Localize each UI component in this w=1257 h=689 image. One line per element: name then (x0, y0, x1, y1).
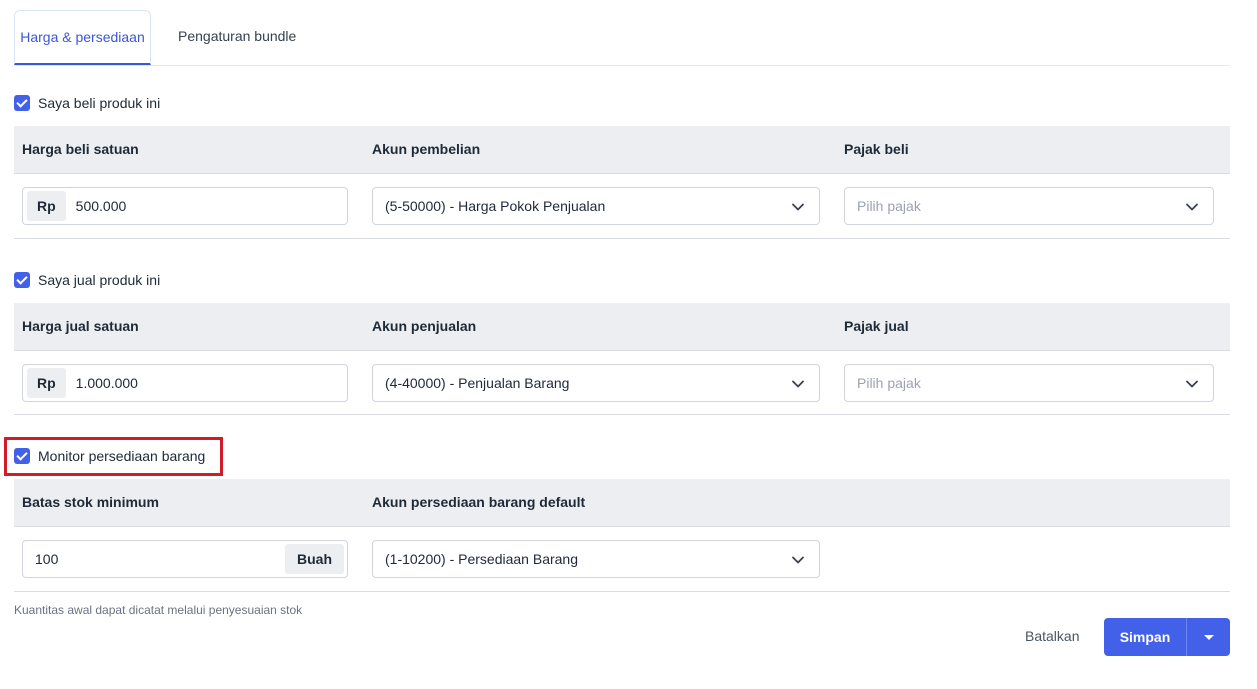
min-stock-input[interactable]: 100 Buah (22, 540, 348, 578)
chevron-down-icon (1186, 203, 1198, 211)
tab-harga-persediaan[interactable]: Harga & persediaan (14, 10, 151, 65)
cancel-button[interactable]: Batalkan (1025, 628, 1079, 644)
purchase-price-input[interactable]: Rp 500.000 (22, 187, 348, 225)
tab-bar: Harga & persediaan Pengaturan bundle (14, 10, 1230, 66)
chevron-down-icon (1186, 380, 1198, 388)
sales-account-select[interactable]: (4-40000) - Penjualan Barang (372, 364, 820, 402)
purchase-price-value: 500.000 (75, 198, 127, 214)
header-akun-pembelian: Akun pembelian (372, 141, 481, 157)
min-stock-value: 100 (35, 551, 59, 567)
sales-table-header: Harga jual satuan Akun penjualan Pajak j… (14, 303, 1230, 351)
inventory-checkbox-label: Monitor persediaan barang (38, 448, 206, 464)
purchase-tax-select[interactable]: Pilih pajak (844, 187, 1214, 225)
currency-prefix: Rp (27, 191, 66, 221)
sales-checkbox[interactable] (14, 272, 30, 288)
save-button[interactable]: Simpan (1104, 618, 1187, 656)
header-pajak-jual: Pajak jual (844, 318, 909, 334)
chevron-down-icon (792, 556, 804, 564)
inventory-table-row: 100 Buah (1-10200) - Persediaan Barang (14, 527, 1230, 592)
sales-price-value: 1.000.000 (75, 375, 138, 391)
sales-table-row: Rp 1.000.000 (4-40000) - Penjualan Baran… (14, 351, 1230, 415)
purchase-table-row: Rp 500.000 (5-50000) - Harga Pokok Penju… (14, 174, 1230, 239)
chevron-down-icon (792, 380, 804, 388)
caret-down-icon (1203, 634, 1214, 640)
purchase-tax-placeholder: Pilih pajak (857, 198, 921, 214)
sales-tax-select[interactable]: Pilih pajak (844, 364, 1214, 402)
inventory-checkbox-row[interactable]: Monitor persediaan barang (14, 446, 205, 466)
purchase-table-header: Harga beli satuan Akun pembelian Pajak b… (14, 126, 1230, 174)
tab-pengaturan-bundle[interactable]: Pengaturan bundle (178, 10, 296, 65)
sales-account-value: (4-40000) - Penjualan Barang (385, 375, 570, 391)
header-akun-persediaan: Akun persediaan barang default (372, 494, 586, 510)
header-pajak-beli: Pajak beli (844, 141, 909, 157)
sales-checkbox-label: Saya jual produk ini (38, 272, 161, 288)
header-harga-jual: Harga jual satuan (22, 318, 139, 334)
currency-prefix: Rp (27, 368, 66, 398)
inventory-table-header: Batas stok minimum Akun persediaan baran… (14, 479, 1230, 527)
purchase-account-value: (5-50000) - Harga Pokok Penjualan (385, 198, 606, 214)
inventory-hint: Kuantitas awal dapat dicatat melalui pen… (14, 603, 303, 617)
sales-checkbox-row[interactable]: Saya jual produk ini (14, 270, 160, 290)
purchase-account-select[interactable]: (5-50000) - Harga Pokok Penjualan (372, 187, 820, 225)
save-button-group: Simpan (1104, 618, 1230, 656)
purchase-checkbox-row[interactable]: Saya beli produk ini (14, 93, 160, 113)
sales-price-input[interactable]: Rp 1.000.000 (22, 364, 348, 402)
sales-tax-placeholder: Pilih pajak (857, 375, 921, 391)
inventory-account-value: (1-10200) - Persediaan Barang (385, 551, 579, 567)
header-harga-beli: Harga beli satuan (22, 141, 139, 157)
purchase-checkbox-label: Saya beli produk ini (38, 95, 161, 111)
save-menu-button[interactable] (1187, 618, 1230, 656)
unit-suffix[interactable]: Buah (285, 544, 344, 574)
header-akun-penjualan: Akun penjualan (372, 318, 477, 334)
inventory-checkbox[interactable] (14, 448, 30, 464)
header-batas-stok: Batas stok minimum (22, 494, 159, 510)
purchase-checkbox[interactable] (14, 95, 30, 111)
inventory-account-select[interactable]: (1-10200) - Persediaan Barang (372, 540, 820, 578)
chevron-down-icon (792, 203, 804, 211)
